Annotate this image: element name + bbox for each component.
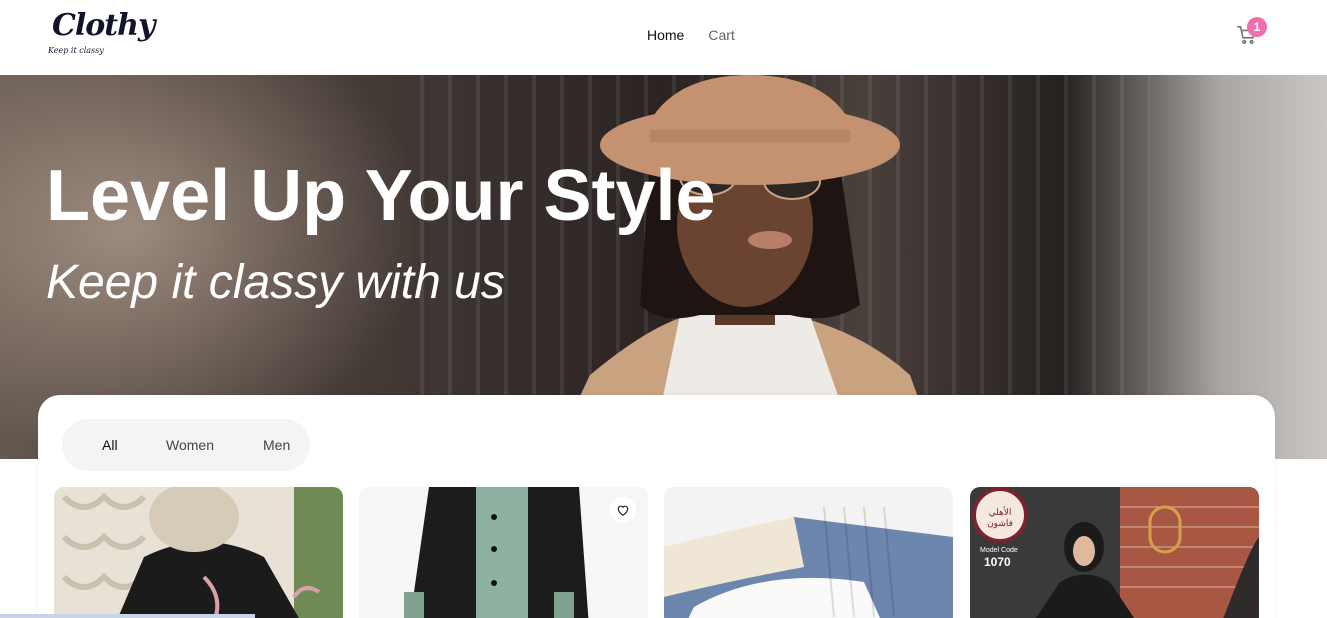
filter-women[interactable]: Women (166, 437, 214, 453)
favorite-button[interactable] (610, 497, 636, 523)
main-nav: Home Cart (647, 27, 735, 43)
nav-home-link[interactable]: Home (647, 27, 684, 43)
brand-seal-text: الأهلي فاشون (987, 507, 1013, 528)
filter-all[interactable]: All (102, 437, 118, 453)
product-image (664, 487, 953, 618)
product-image (54, 487, 343, 618)
nav-cart-link[interactable]: Cart (708, 27, 734, 43)
product-card[interactable] (664, 487, 953, 618)
horizontal-scrollbar[interactable] (0, 614, 255, 618)
brand-name: Clothy (52, 8, 155, 43)
top-header: Clothy Keep it classy Home Cart 1 (0, 0, 1327, 75)
brand-tagline: Keep it classy (48, 46, 104, 55)
filter-men[interactable]: Men (263, 437, 290, 453)
cart-count-badge: 1 (1247, 17, 1267, 37)
heart-icon (617, 505, 629, 516)
brand-logo[interactable]: Clothy Keep it classy (46, 8, 155, 64)
product-card[interactable] (54, 487, 343, 618)
model-code-value: 1070 (984, 555, 1011, 569)
category-filter: All Women Men (62, 419, 310, 471)
product-card[interactable]: الأهلي فاشون Model Code 1070 (970, 487, 1259, 618)
product-image (359, 487, 648, 618)
model-code-label: Model Code (980, 547, 1018, 554)
hero-subtitle: Keep it classy with us (46, 256, 505, 309)
product-card[interactable] (359, 487, 648, 618)
hero-title: Level Up Your Style (46, 156, 716, 236)
